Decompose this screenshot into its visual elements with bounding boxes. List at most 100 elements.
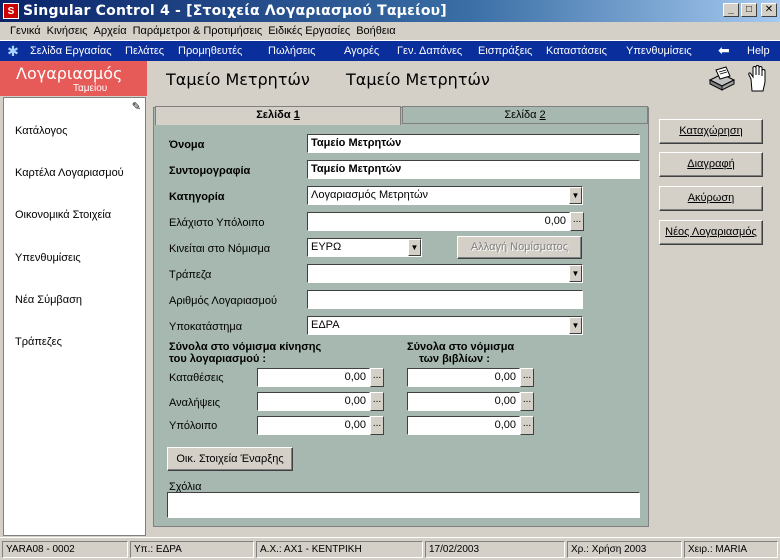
short-name-label: Συντομογραφία — [169, 165, 251, 177]
category-select[interactable]: Λογαριασμός Μετρητών — [307, 186, 583, 205]
tab-number: 1 — [293, 109, 300, 121]
app-icon[interactable]: S — [3, 3, 19, 19]
lookup-button[interactable]: ... — [370, 392, 384, 411]
record-header: Ταμείο Μετρητών Ταμείο Μετρητών — [147, 61, 780, 96]
nav-expenses[interactable]: Γεν. Δαπάνες — [397, 45, 462, 57]
name-label: Όνομα — [169, 139, 205, 151]
tab-label: Σελίδα — [256, 109, 294, 121]
nav-receipts[interactable]: Εισπράξεις — [478, 45, 532, 57]
cancel-button[interactable]: Ακύρωση — [659, 186, 763, 211]
nav-sales[interactable]: Πωλήσεις — [268, 45, 315, 57]
sidebar: ✎ Κατάλογος Καρτέλα Λογαριασμού Οικονομι… — [3, 97, 146, 536]
window-controls: _ □ ✕ — [723, 3, 777, 17]
category-label: Κατηγορία — [169, 191, 225, 203]
chevron-down-icon[interactable]: ▼ — [569, 265, 582, 282]
opening-balances-button[interactable]: Οικ. Στοιχεία Έναρξης — [167, 447, 293, 471]
nav-help[interactable]: Help — [747, 45, 770, 57]
change-currency-button[interactable]: Αλλαγή Νομίσματος — [457, 236, 582, 259]
totals-books-heading: Σύνολα στο νόμισμα — [407, 341, 515, 353]
nav-purchases[interactable]: Αγορές — [344, 45, 379, 57]
section-subtitle: Ταμείου — [73, 83, 108, 94]
min-balance-label: Ελάχιστο Υπόλοιπο — [169, 217, 265, 229]
menu-special-tasks[interactable]: Ειδικές Εργασίες — [266, 25, 354, 37]
currency-label: Κινείται στο Νόμισμα — [169, 243, 271, 255]
menu-bar: Γενικά Κινήσεις Αρχεία Παράμετροι & Προτ… — [0, 22, 780, 41]
deposits-label: Καταθέσεις — [169, 372, 224, 384]
bank-select[interactable] — [307, 264, 583, 283]
lookup-button[interactable]: ... — [520, 416, 534, 435]
section-title: Λογαριασμός — [16, 64, 123, 83]
nav-customers[interactable]: Πελάτες — [125, 45, 164, 57]
chevron-down-icon[interactable]: ▼ — [569, 317, 582, 334]
totals-books-heading-2: των βιβλίων : — [419, 353, 490, 365]
nav-bar: ✱ Σελίδα Εργασίας Πελάτες Προμηθευτές Πω… — [0, 41, 780, 61]
min-balance-field[interactable]: 0,00 — [307, 212, 570, 231]
menu-parameters[interactable]: Παράμετροι & Προτιμήσεις — [131, 25, 267, 37]
gear-icon[interactable]: ✱ — [4, 43, 22, 60]
notes-field[interactable] — [167, 492, 640, 518]
name-field[interactable]: Ταμείο Μετρητών — [307, 134, 640, 153]
short-name-field[interactable]: Ταμείο Μετρητών — [307, 160, 640, 179]
tab-page-2[interactable]: Σελίδα 2 — [402, 106, 648, 124]
totals-move-heading: Σύνολα στο νόμισμα κίνησης — [169, 341, 322, 353]
lookup-button[interactable]: ... — [570, 212, 584, 231]
maximize-icon[interactable]: □ — [741, 3, 757, 17]
close-icon[interactable]: ✕ — [761, 3, 777, 17]
new-account-button-label: Νέος Λογαριασμός — [665, 226, 757, 238]
menu-general[interactable]: Γενικά — [8, 25, 45, 37]
sidebar-item-catalog[interactable]: Κατάλογος — [15, 125, 67, 137]
delete-button-label: Διαγραφή — [687, 158, 735, 170]
new-account-button[interactable]: Νέος Λογαριασμός — [659, 220, 763, 245]
balance-label: Υπόλοιπο — [169, 420, 218, 432]
withdrawals-label: Αναλήψεις — [169, 397, 221, 409]
move-balance-field[interactable]: 0,00 — [257, 416, 370, 435]
status-fiscal-year: Χρ.: Χρήση 2003 — [567, 541, 682, 558]
sidebar-item-account-card[interactable]: Καρτέλα Λογαριασμού — [15, 167, 124, 179]
save-button[interactable]: Καταχώρηση — [659, 119, 763, 144]
save-button-label: Καταχώρηση — [679, 125, 743, 137]
pin-icon[interactable]: ✎ — [132, 100, 141, 113]
branch-label: Υποκατάστημα — [169, 321, 243, 333]
move-withdrawals-field[interactable]: 0,00 — [257, 392, 370, 411]
hand-pointer-icon[interactable] — [745, 65, 769, 93]
nav-reports[interactable]: Καταστάσεις — [546, 45, 607, 57]
sidebar-item-reminders[interactable]: Υπενθυμίσεις — [15, 252, 81, 264]
window-title: Singular Control 4 - [Στοιχεία Λογαριασμ… — [23, 3, 447, 19]
sidebar-item-banks[interactable]: Τράπεζες — [15, 336, 62, 348]
branch-select[interactable]: ΕΔΡΑ — [307, 316, 583, 335]
tab-number: 2 — [539, 109, 546, 121]
chevron-down-icon[interactable]: ▼ — [569, 187, 582, 204]
delete-button[interactable]: Διαγραφή — [659, 152, 763, 177]
print-icon[interactable] — [708, 66, 736, 92]
form-panel: Σελίδα 1 Σελίδα 2 Όνομα Ταμείο Μετρητών … — [153, 106, 649, 527]
chevron-down-icon[interactable]: ▼ — [408, 239, 421, 256]
lookup-button[interactable]: ... — [520, 392, 534, 411]
record-name: Ταμείο Μετρητών — [166, 70, 310, 89]
books-balance-field[interactable]: 0,00 — [407, 416, 520, 435]
move-deposits-field[interactable]: 0,00 — [257, 368, 370, 387]
lookup-button[interactable]: ... — [370, 416, 384, 435]
menu-help[interactable]: Βοήθεια — [354, 25, 399, 37]
totals-move-heading-2: του λογαριασμού : — [169, 353, 267, 365]
menu-transactions[interactable]: Κινήσεις — [45, 25, 92, 37]
currency-select[interactable]: ΕΥΡΩ — [307, 238, 422, 257]
status-ax: Α.Χ.: ΑΧ1 - ΚΕΝΤΡΙΚΗ — [256, 541, 423, 558]
nav-workpage[interactable]: Σελίδα Εργασίας — [30, 45, 112, 57]
lookup-button[interactable]: ... — [520, 368, 534, 387]
minimize-icon[interactable]: _ — [723, 3, 739, 17]
nav-reminders[interactable]: Υπενθυμίσεις — [626, 45, 692, 57]
books-withdrawals-field[interactable]: 0,00 — [407, 392, 520, 411]
tab-page-1[interactable]: Σελίδα 1 — [155, 106, 401, 125]
back-arrow-icon[interactable]: ⬅ — [718, 42, 730, 59]
section-header: Λογαριασμός Ταμείου — [0, 61, 147, 96]
nav-suppliers[interactable]: Προμηθευτές — [178, 45, 242, 57]
record-name-alt: Ταμείο Μετρητών — [346, 70, 490, 89]
sidebar-item-new-contract[interactable]: Νέα Σύμβαση — [15, 294, 82, 306]
menu-files[interactable]: Αρχεία — [91, 25, 130, 37]
account-number-field[interactable] — [307, 290, 583, 309]
books-deposits-field[interactable]: 0,00 — [407, 368, 520, 387]
lookup-button[interactable]: ... — [370, 368, 384, 387]
sidebar-item-financial[interactable]: Οικονομικά Στοιχεία — [15, 209, 111, 221]
title-bar: S Singular Control 4 - [Στοιχεία Λογαρια… — [0, 0, 780, 22]
status-bar: YARA08 - 0002 Υπ.: ΕΔΡΑ Α.Χ.: ΑΧ1 - ΚΕΝΤ… — [0, 537, 780, 560]
